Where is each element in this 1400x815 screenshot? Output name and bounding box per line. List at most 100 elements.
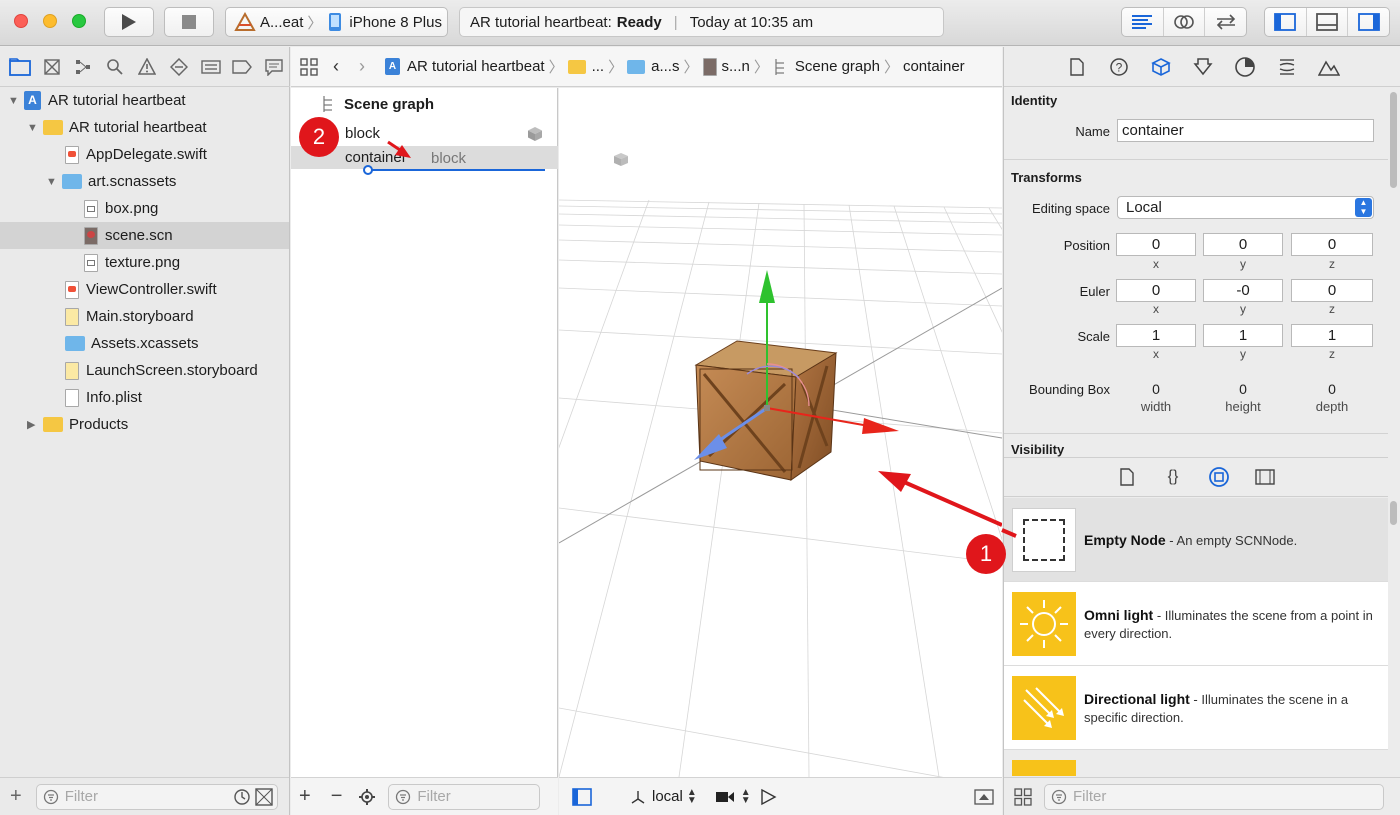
tree-row-file-selected[interactable]: scene.scn	[0, 222, 289, 249]
stop-button[interactable]	[164, 7, 214, 37]
tree-row-file[interactable]: box.png	[0, 195, 289, 222]
version-editor-button[interactable]	[1205, 8, 1246, 36]
scale-x-field[interactable]: 1	[1116, 324, 1196, 347]
disclosure-closed-icon[interactable]: ▶	[27, 418, 37, 431]
minimize-window-button[interactable]	[43, 14, 57, 28]
test-navigator-tab[interactable]	[163, 54, 195, 80]
source-control-filter-icon[interactable]	[254, 787, 273, 806]
toggle-debug-area-button[interactable]	[1307, 8, 1349, 36]
disclosure-open-icon[interactable]: ▼	[46, 176, 57, 188]
position-x-field[interactable]: 0	[1116, 233, 1196, 256]
chevron-updown-icon[interactable]: ▲ ▼	[687, 787, 697, 805]
toggle-inspector-button[interactable]	[1348, 8, 1389, 36]
grid-view-icon[interactable]	[1014, 787, 1032, 806]
tree-row-group[interactable]: ▶ Products	[0, 411, 289, 438]
library-item-empty-node[interactable]: Empty Node - An empty SCNNode.	[1004, 498, 1388, 582]
transform-space-label[interactable]: local	[652, 788, 683, 805]
jump-crumb-project[interactable]: AR tutorial heartbeat	[407, 58, 545, 75]
add-node-button[interactable]: +	[299, 785, 311, 808]
material-inspector-tab[interactable]	[1225, 52, 1265, 82]
tree-row-file[interactable]: Assets.xcassets	[0, 330, 289, 357]
editing-space-select[interactable]: Local ▲ ▼	[1117, 196, 1374, 219]
play-icon[interactable]	[759, 788, 777, 806]
tree-row-file[interactable]: Main.storyboard	[0, 303, 289, 330]
issue-navigator-tab[interactable]	[131, 54, 163, 80]
toggle-navigator-button[interactable]	[1265, 8, 1307, 36]
tree-row-file[interactable]: texture.png	[0, 249, 289, 276]
euler-x-field[interactable]: 0	[1116, 279, 1196, 302]
disclosure-open-icon[interactable]: ▼	[27, 122, 38, 134]
jump-crumb-folder[interactable]: ...	[592, 58, 605, 75]
scheme-target-label: A...eat	[260, 13, 304, 31]
sun-icon	[1020, 600, 1068, 648]
scale-z-field[interactable]: 1	[1291, 324, 1373, 347]
library-item-omni-light[interactable]: Omni light - Illuminates the scene from …	[1004, 582, 1388, 666]
report-navigator-tab[interactable]	[258, 54, 290, 80]
hierarchy-icon	[76, 59, 91, 74]
attributes-inspector-tab[interactable]	[1183, 52, 1223, 82]
add-file-button[interactable]: +	[10, 785, 22, 808]
inspector-scrollbar[interactable]	[1390, 92, 1397, 188]
run-button[interactable]	[104, 7, 154, 37]
standard-editor-button[interactable]	[1122, 8, 1164, 36]
status-state: Ready	[616, 13, 662, 31]
back-button[interactable]: ‹	[333, 56, 339, 77]
jump-crumb-scene-graph[interactable]: Scene graph	[795, 58, 880, 75]
scale-y-field[interactable]: 1	[1203, 324, 1283, 347]
library-item-partial-thumbnail	[1012, 760, 1076, 776]
tree-row-asset-folder[interactable]: ▼ art.scnassets	[0, 168, 289, 195]
tree-row-file[interactable]: AppDelegate.swift	[0, 141, 289, 168]
breakpoint-navigator-tab[interactable]	[226, 54, 258, 80]
find-navigator-tab[interactable]	[99, 54, 131, 80]
jump-crumb-scene[interactable]: s...n	[722, 58, 750, 75]
debug-navigator-tab[interactable]	[195, 54, 227, 80]
chevron-updown-icon[interactable]: ▲ ▼	[741, 787, 751, 805]
physics-inspector-tab[interactable]	[1267, 52, 1307, 82]
scene-graph-filter-field[interactable]: Filter	[388, 783, 541, 810]
forward-button[interactable]: ›	[359, 56, 365, 77]
tree-row-group[interactable]: ▼ AR tutorial heartbeat	[0, 114, 289, 141]
library-item-directional-light[interactable]: Directional light - Illuminates the scen…	[1004, 666, 1388, 750]
swift-file-icon	[65, 280, 79, 299]
zoom-window-button[interactable]	[72, 14, 86, 28]
related-items-icon[interactable]	[299, 57, 319, 77]
media-library-tab[interactable]	[1245, 462, 1285, 492]
gear-icon[interactable]	[358, 788, 376, 806]
tree-row-file[interactable]: LaunchScreen.storyboard	[0, 357, 289, 384]
collapse-panel-icon[interactable]	[974, 788, 994, 805]
position-y-field[interactable]: 0	[1203, 233, 1283, 256]
jump-crumb-node[interactable]: container	[903, 58, 965, 75]
jump-crumb-assets[interactable]: a...s	[651, 58, 679, 75]
camera-icon[interactable]	[715, 790, 735, 804]
navigator-filter-field[interactable]: Filter	[35, 783, 278, 810]
assistant-editor-button[interactable]	[1164, 8, 1206, 36]
scheme-selector[interactable]: A...eat 〉 iPhone 8 Plus	[225, 7, 448, 37]
file-template-library-tab[interactable]	[1107, 462, 1147, 492]
remove-node-button[interactable]: −	[331, 785, 343, 808]
project-navigator-tab[interactable]	[4, 54, 36, 80]
tree-row-file[interactable]: Info.plist	[0, 384, 289, 411]
object-library-tab[interactable]	[1199, 462, 1239, 492]
position-z-field[interactable]: 0	[1291, 233, 1373, 256]
euler-z-field[interactable]: 0	[1291, 279, 1373, 302]
node-inspector-tab[interactable]	[1141, 52, 1181, 82]
recent-files-icon[interactable]	[233, 788, 251, 806]
quick-help-tab[interactable]: ?	[1099, 52, 1139, 82]
tree-row-project[interactable]: ▼ A AR tutorial heartbeat	[0, 87, 289, 114]
library-filter-field[interactable]: Filter	[1044, 783, 1384, 810]
scene-canvas[interactable]	[559, 88, 1002, 777]
disclosure-open-icon[interactable]: ▼	[8, 95, 19, 107]
code-snippet-library-tab[interactable]: {}	[1153, 462, 1193, 492]
omni-light-thumbnail	[1012, 592, 1076, 656]
scene-viewport[interactable]: local ▲ ▼ ▲ ▼	[559, 88, 1002, 815]
symbol-navigator-tab[interactable]	[68, 54, 100, 80]
close-window-button[interactable]	[14, 14, 28, 28]
scene-graph-toggle-icon[interactable]	[572, 787, 592, 806]
name-field[interactable]: container	[1117, 119, 1374, 142]
scene-inspector-tab[interactable]	[1309, 52, 1349, 82]
file-inspector-tab[interactable]	[1057, 52, 1097, 82]
library-scrollbar[interactable]	[1390, 501, 1397, 525]
tree-row-file[interactable]: ViewController.swift	[0, 276, 289, 303]
source-control-tab[interactable]	[36, 54, 68, 80]
euler-y-field[interactable]: -0	[1203, 279, 1283, 302]
